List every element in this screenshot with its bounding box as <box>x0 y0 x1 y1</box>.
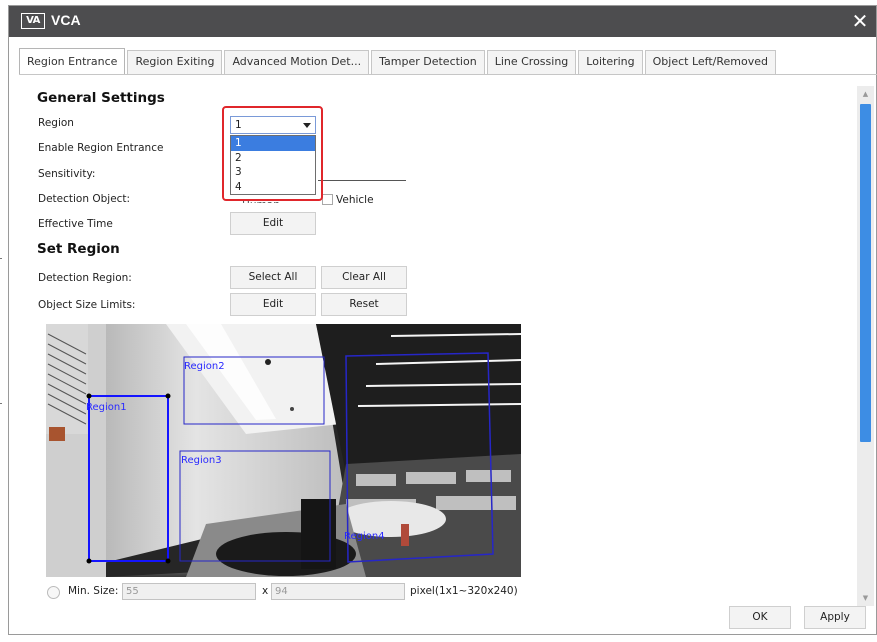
detection-object-label: Detection Object: <box>38 193 131 205</box>
region-label: Region <box>38 117 74 129</box>
edge-tick <box>0 258 2 259</box>
vehicle-label: Vehicle <box>336 194 374 206</box>
effective-time-edit-button[interactable]: Edit <box>230 212 316 235</box>
effective-time-label: Effective Time <box>38 218 113 230</box>
clear-all-button[interactable]: Clear All <box>321 266 407 289</box>
tab-region-entrance[interactable]: Region Entrance <box>19 48 126 74</box>
dialog-title: VCA <box>51 12 81 28</box>
ok-button[interactable]: OK <box>729 606 791 629</box>
tab-advanced-motion-detection[interactable]: Advanced Motion Det... <box>224 50 370 74</box>
vca-logo-icon: VA <box>21 13 45 29</box>
scroll-down-icon[interactable]: ▼ <box>857 590 874 606</box>
tab-loitering[interactable]: Loitering <box>578 50 643 74</box>
scrollbar-thumb[interactable] <box>860 104 871 442</box>
scrollbar[interactable]: ▲ ▼ <box>857 86 874 606</box>
vca-dialog: VA VCA ✕ Region Entrance Region Exiting … <box>8 5 877 635</box>
vehicle-checkbox[interactable] <box>322 194 333 205</box>
highlight-box <box>222 106 323 201</box>
apply-button[interactable]: Apply <box>804 606 866 629</box>
min-size-radio[interactable] <box>47 586 60 599</box>
region1-label: Region1 <box>86 402 127 413</box>
region4-label: Region4 <box>344 531 385 542</box>
camera-scene: Region1 Region2 Region3 Region4 <box>46 324 521 577</box>
video-preview[interactable]: Region1 Region2 Region3 Region4 <box>46 324 521 577</box>
sensitivity-slider[interactable] <box>318 180 406 181</box>
detection-region-label: Detection Region: <box>38 272 132 284</box>
tab-object-left-removed[interactable]: Object Left/Removed <box>644 50 776 74</box>
tab-bar: Region Entrance Region Exiting Advanced … <box>19 48 778 74</box>
min-size-label: Min. Size: <box>68 585 119 597</box>
region3-label: Region3 <box>181 455 222 466</box>
object-size-edit-button[interactable]: Edit <box>230 293 316 316</box>
min-width-input[interactable]: 55 <box>122 583 256 600</box>
tab-underline <box>19 74 877 75</box>
min-height-input[interactable]: 94 <box>271 583 405 600</box>
edge-tick <box>0 403 2 404</box>
tab-line-crossing[interactable]: Line Crossing <box>486 50 577 74</box>
close-icon[interactable]: ✕ <box>848 9 872 33</box>
enable-region-entrance-label: Enable Region Entrance <box>38 142 164 154</box>
scroll-up-icon[interactable]: ▲ <box>857 86 874 102</box>
set-region-heading: Set Region <box>37 241 120 257</box>
reset-button[interactable]: Reset <box>321 293 407 316</box>
title-bar: VA VCA ✕ <box>9 6 876 37</box>
tab-region-exiting[interactable]: Region Exiting <box>127 50 223 74</box>
object-size-limits-label: Object Size Limits: <box>38 299 136 311</box>
sensitivity-label: Sensitivity: <box>38 168 96 180</box>
pixel-range-hint: pixel(1x1~320x240) <box>410 585 518 597</box>
select-all-button[interactable]: Select All <box>230 266 316 289</box>
size-separator: x <box>262 585 269 597</box>
tab-tamper-detection[interactable]: Tamper Detection <box>371 50 485 74</box>
region2-label: Region2 <box>184 361 225 372</box>
general-settings-heading: General Settings <box>37 90 165 106</box>
